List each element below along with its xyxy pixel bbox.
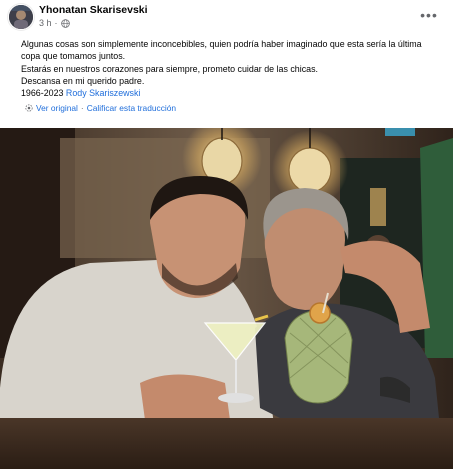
message-line-3: Estarás en nuestros corazones para siemp… (21, 63, 318, 74)
meta-dot: · (54, 18, 58, 28)
globe-icon[interactable] (60, 18, 70, 28)
wall-light (370, 188, 386, 226)
facebook-post: Yhonatan Skarisevski 3 h · ••• Algunas c… (0, 0, 453, 469)
avatar[interactable] (9, 5, 33, 29)
avatar-photo (9, 5, 33, 29)
message-line-5: 1966-2023 Rody Skariszewski (21, 87, 446, 99)
post-meta: 3 h · (39, 18, 70, 28)
message-line-1: Algunas cosas son simplemente inconcebib… (21, 39, 422, 49)
message-line-2: copa que tomamos juntos. (21, 51, 126, 62)
post-header: Yhonatan Skarisevski 3 h · ••• (0, 0, 453, 34)
see-original-link[interactable]: Ver original (36, 103, 78, 113)
tagged-person-link[interactable]: Rody Skariszewski (66, 88, 140, 98)
neon-sign (385, 128, 415, 136)
timestamp[interactable]: 3 h (39, 18, 52, 28)
post-message: Algunas cosas son simplemente inconcebib… (21, 38, 446, 99)
photo-scene (0, 128, 453, 469)
rate-translation-link[interactable]: Calificar esta traducción (87, 103, 176, 113)
translation-separator: · (80, 103, 84, 113)
translate-icon (25, 104, 33, 112)
more-options-button[interactable]: ••• (418, 8, 440, 22)
table (0, 418, 453, 469)
author-name[interactable]: Yhonatan Skarisevski (39, 4, 148, 16)
pendant-lamp-right (288, 147, 332, 193)
translation-row: Ver original · Calificar esta traducción (25, 103, 176, 113)
post-photo[interactable] (0, 128, 453, 469)
years-text: 1966-2023 (21, 88, 64, 99)
message-line-4: Descansa en mi querido padre. (21, 75, 145, 86)
